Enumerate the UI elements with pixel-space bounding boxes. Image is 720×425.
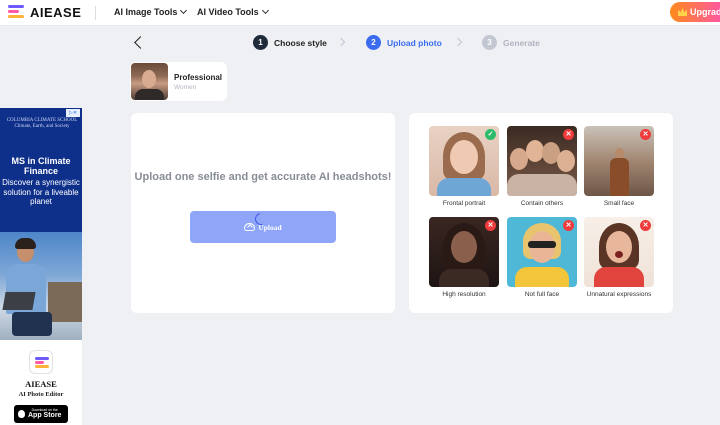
step-generate: 3 Generate <box>482 35 540 50</box>
top-navbar: AIEASE AI Image Tools AI Video Tools Upg… <box>0 0 720 26</box>
upgrade-label: Upgrade <box>690 7 720 17</box>
ad-app-promo[interactable]: AIEASE AI Photo Editor Download on the A… <box>0 340 82 425</box>
example-not-full-face: ✕ Not full face <box>507 217 577 298</box>
style-subtitle: Women <box>174 83 197 91</box>
example-label: Contain others <box>520 200 564 207</box>
step-number: 1 <box>253 35 268 50</box>
chevron-down-icon <box>261 6 269 15</box>
example-photo: ✕ <box>584 217 654 287</box>
brand-name: AIEASE <box>30 4 82 20</box>
close-icon: ✕ <box>485 220 496 231</box>
app-store-button[interactable]: Download on the App Store <box>14 405 68 423</box>
ad-body: Discover a synergistic solution for a li… <box>2 178 80 207</box>
ad-school-line: COLUMBIA CLIMATE SCHOOL Climate, Earth, … <box>6 118 78 130</box>
store-big-text: App Store <box>28 412 62 420</box>
example-high-resolution: ✕ High resolution <box>429 217 499 298</box>
example-photo: ✓ <box>429 126 499 196</box>
check-icon: ✓ <box>485 129 496 140</box>
nav-label: AI Video Tools <box>197 7 259 17</box>
step-number: 3 <box>482 35 497 50</box>
apple-icon <box>18 410 25 418</box>
example-label: Not full face <box>524 291 560 298</box>
style-thumbnail <box>131 63 168 100</box>
close-icon: ✕ <box>640 220 651 231</box>
example-label: Frontal portrait <box>442 200 486 207</box>
example-small-face: ✕ Small face <box>584 126 654 207</box>
nav-ai-video-tools[interactable]: AI Video Tools <box>197 6 269 17</box>
nav-divider <box>95 6 96 20</box>
example-unnatural-expressions: ✕ Unnatural expressions <box>584 217 654 298</box>
ad-headline: MS in Climate Finance <box>11 156 71 177</box>
example-label: Unnatural expressions <box>586 291 652 298</box>
close-icon: ✕ <box>563 129 574 140</box>
close-icon: ✕ <box>563 220 574 231</box>
ad-app-name: AIEASE <box>25 379 57 389</box>
example-label: Small face <box>603 200 635 207</box>
back-arrow-icon[interactable] <box>134 36 147 49</box>
style-title: Professional <box>174 72 223 82</box>
example-photo: ✕ <box>507 217 577 287</box>
photo-guidelines-panel: ✓ Frontal portrait ✕ Contain others ✕ Sm… <box>409 113 673 313</box>
example-photo: ✕ <box>584 126 654 196</box>
step-upload-photo[interactable]: 2 Upload photo <box>366 35 442 50</box>
step-label: Upload photo <box>387 37 442 48</box>
ad-banner[interactable]: ▷✕ COLUMBIA CLIMATE SCHOOL Climate, Eart… <box>0 108 82 340</box>
chevron-right-icon <box>336 37 346 47</box>
ad-school-name: COLUMBIA CLIMATE SCHOOL Climate, Earth, … <box>6 118 78 131</box>
example-frontal-portrait: ✓ Frontal portrait <box>429 126 499 207</box>
example-photo: ✕ <box>507 126 577 196</box>
step-label: Choose style <box>274 37 327 48</box>
ad-app-subtitle: AI Photo Editor <box>18 391 64 398</box>
upload-instructions: Upload one selfie and get accurate AI he… <box>134 171 392 183</box>
brand-logo[interactable]: AIEASE <box>8 4 81 20</box>
upgrade-button[interactable]: Upgrade <box>670 2 720 22</box>
app-logo-icon <box>29 350 53 374</box>
selected-style-chip[interactable]: Professional Women <box>130 62 227 101</box>
ad-photo <box>0 232 82 340</box>
example-photo: ✕ <box>429 217 499 287</box>
example-label: High resolution <box>442 291 486 298</box>
crown-icon <box>678 8 687 16</box>
step-choose-style[interactable]: 1 Choose style <box>253 35 327 50</box>
close-icon: ✕ <box>640 129 651 140</box>
step-number: 2 <box>366 35 381 50</box>
chevron-right-icon <box>453 37 463 47</box>
adchoices-icon[interactable]: ▷✕ <box>66 109 80 117</box>
nav-label: AI Image Tools <box>114 7 178 17</box>
step-label: Generate <box>503 37 540 48</box>
chevron-down-icon <box>180 6 188 15</box>
logo-icon <box>8 4 26 20</box>
cloud-upload-icon <box>244 223 256 231</box>
example-contain-others: ✕ Contain others <box>507 126 577 207</box>
nav-ai-image-tools[interactable]: AI Image Tools <box>114 6 188 17</box>
side-advertisement[interactable]: ▷✕ COLUMBIA CLIMATE SCHOOL Climate, Eart… <box>0 108 82 425</box>
